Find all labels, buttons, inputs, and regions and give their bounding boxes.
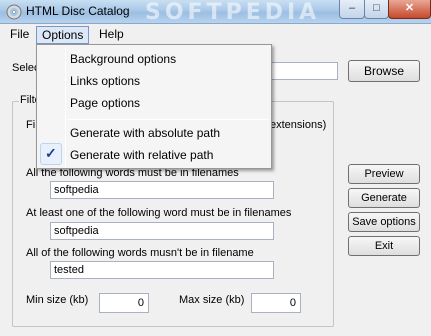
menu-item-page-options[interactable]: Page options <box>70 96 140 110</box>
min-size-label: Min size (kb) <box>26 294 89 306</box>
max-size-label: Max size (kb) <box>179 294 245 306</box>
menu-item-background-options[interactable]: Background options <box>70 52 176 66</box>
preview-button[interactable]: Preview <box>348 164 420 184</box>
menu-options[interactable]: Options <box>36 26 90 44</box>
options-dropdown-menu: Background options Links options Page op… <box>36 44 272 169</box>
menu-item-relative-path[interactable]: Generate with relative path <box>70 148 213 162</box>
min-size-input[interactable]: 0 <box>99 293 149 313</box>
all-words-input[interactable]: softpedia <box>50 181 274 199</box>
menu-item-links-options[interactable]: Links options <box>70 74 140 88</box>
close-button[interactable]: ✕ <box>388 0 431 19</box>
maximize-icon: □ <box>373 2 380 14</box>
one-word-input[interactable]: softpedia <box>50 222 274 240</box>
app-disc-icon <box>6 4 22 20</box>
max-size-input[interactable]: 0 <box>251 293 301 313</box>
save-options-button[interactable]: Save options <box>348 212 420 232</box>
menu-separator <box>67 119 269 120</box>
menu-help[interactable]: Help <box>94 26 129 44</box>
exit-button[interactable]: Exit <box>348 236 420 256</box>
menu-icon-strip <box>65 47 66 167</box>
none-words-label: All of the following words musn't be in … <box>26 247 254 259</box>
checkmark-icon: ✓ <box>45 145 57 161</box>
extensions-label-start: Fi <box>26 119 36 131</box>
menu-bar: File Options Help <box>0 24 431 44</box>
checkmark-box: ✓ <box>40 143 62 165</box>
minimize-icon: – <box>348 2 356 14</box>
title-bar: HTML Disc Catalog SOFTPEDIA – □ ✕ <box>0 0 431 25</box>
maximize-button[interactable]: □ <box>364 0 389 19</box>
none-words-input[interactable]: tested <box>50 261 274 279</box>
minimize-button[interactable]: – <box>339 0 365 19</box>
generate-button[interactable]: Generate <box>348 188 420 208</box>
close-icon: ✕ <box>404 2 415 14</box>
menu-file[interactable]: File <box>5 26 34 44</box>
browse-button[interactable]: Browse <box>348 60 420 82</box>
softpedia-watermark: SOFTPEDIA <box>145 0 321 25</box>
one-word-label: At least one of the following word must … <box>26 207 292 219</box>
menu-item-absolute-path[interactable]: Generate with absolute path <box>70 126 220 140</box>
window-title: HTML Disc Catalog <box>26 4 130 18</box>
extensions-label-end: extensions) <box>270 119 327 131</box>
